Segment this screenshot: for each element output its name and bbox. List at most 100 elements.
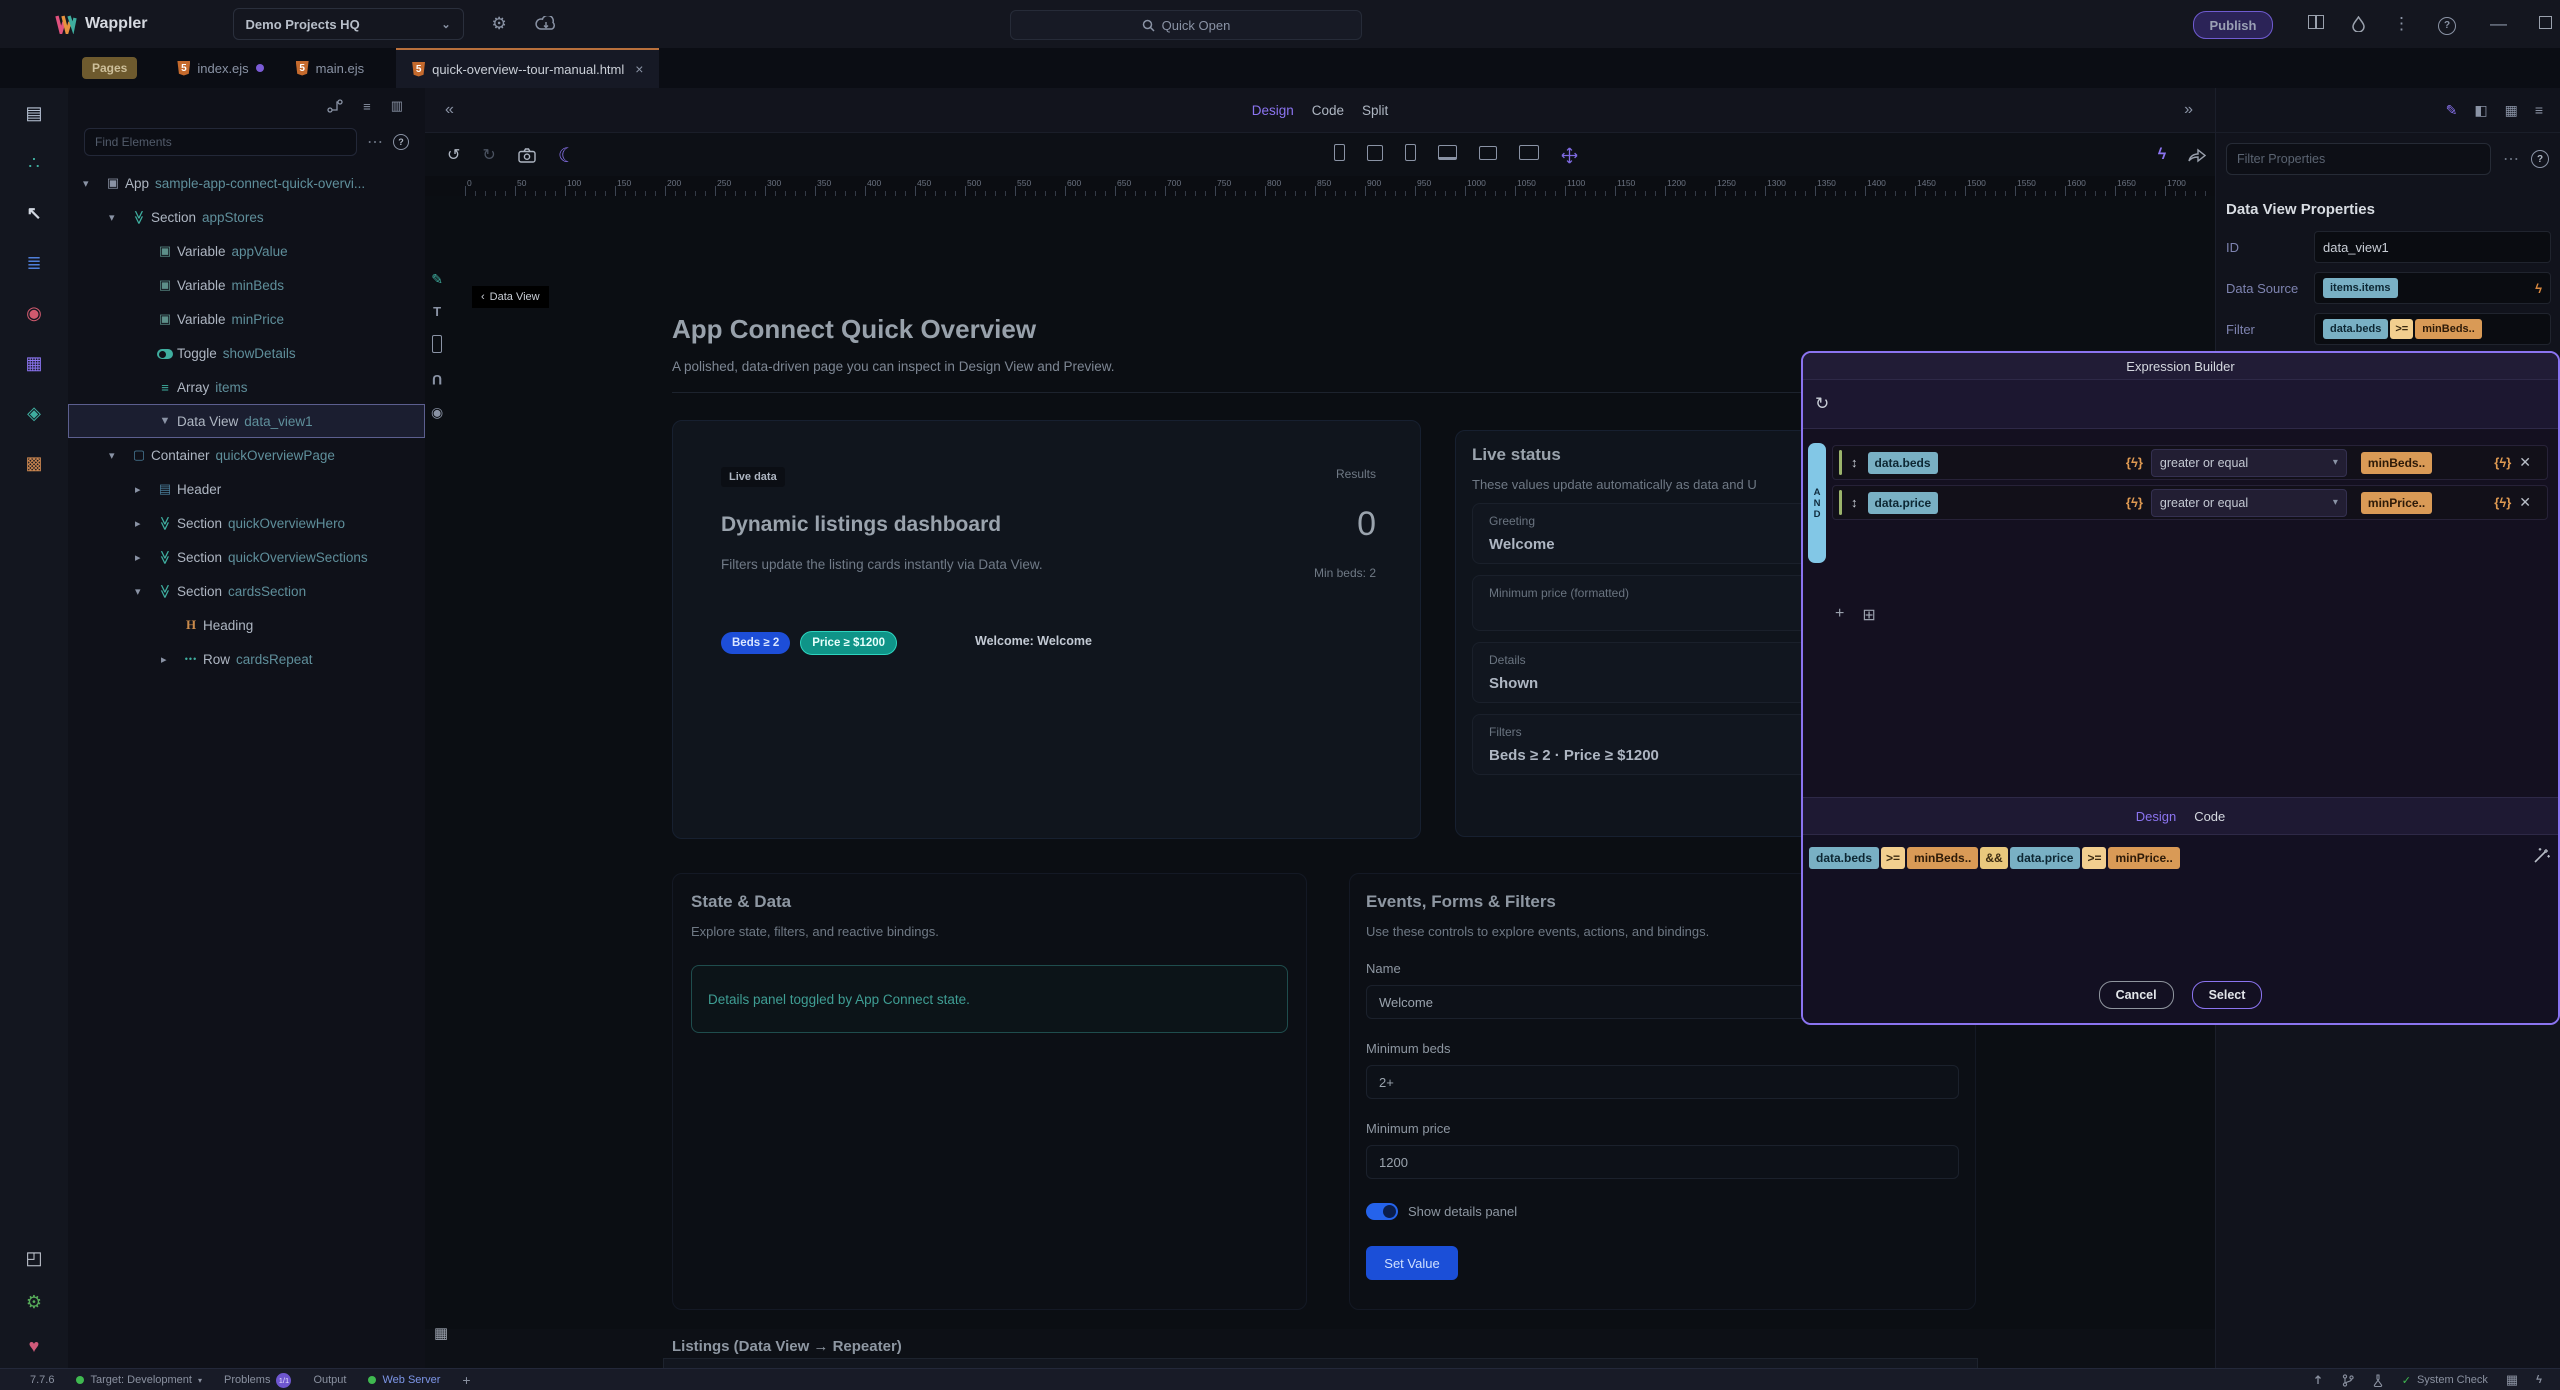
system-check-button[interactable]: ✓ System Check (2402, 1374, 2488, 1387)
git-branch-icon[interactable] (2342, 1374, 2354, 1387)
token-op[interactable]: >= (2082, 847, 2106, 869)
tab-split[interactable]: Split (1362, 103, 1388, 118)
bolt-icon[interactable]: ϟ (2535, 281, 2542, 296)
phone-icon[interactable] (1334, 144, 1345, 166)
cancel-button[interactable]: Cancel (2099, 981, 2174, 1009)
target-selector[interactable]: Target: Development ▾ (76, 1374, 202, 1386)
set-value-button[interactable]: Set Value (1366, 1246, 1458, 1280)
tree-item-quickoverviewpage[interactable]: ▾▢ContainerquickOverviewPage (68, 438, 425, 472)
web-server-button[interactable]: Web Server (368, 1374, 440, 1386)
token-field[interactable]: data.beds (2323, 319, 2388, 339)
help-icon[interactable]: ? (393, 134, 409, 150)
board-icon[interactable]: ▥ (391, 98, 403, 114)
problems-button[interactable]: Problems 1/1 (224, 1373, 291, 1388)
select-button[interactable]: Select (2192, 981, 2263, 1009)
page-subtitle[interactable]: A polished, data-driven page you can ins… (672, 359, 1115, 374)
pages-icon[interactable]: ▤ (0, 88, 68, 138)
phone-landscape-icon[interactable] (1405, 144, 1416, 166)
page-title[interactable]: App Connect Quick Overview (672, 314, 1036, 345)
kebab-icon[interactable]: ⋮ (2393, 14, 2410, 34)
token-field[interactable]: data.price (2010, 847, 2081, 869)
tab-code[interactable]: Code (1312, 103, 1344, 118)
token-field[interactable]: data.beds (1868, 452, 1938, 474)
binding-icon[interactable]: {ϟ} (2126, 455, 2143, 470)
data-source-field[interactable]: items.items ϟ (2314, 272, 2551, 304)
text-icon[interactable]: T (433, 304, 441, 319)
show-details-toggle[interactable] (1366, 1203, 1398, 1220)
help-icon[interactable]: ? (2531, 150, 2549, 168)
add-condition-icon[interactable]: + (1835, 605, 1844, 625)
operator-select[interactable]: greater or equal ▾ (2151, 489, 2347, 517)
add-panel-icon[interactable]: + (462, 1372, 470, 1388)
beaker-icon[interactable] (2372, 1374, 2384, 1387)
token-value[interactable]: minPrice.. (2361, 492, 2432, 514)
magic-wand-icon[interactable] (2532, 847, 2550, 865)
token-value[interactable]: minPrice.. (2108, 847, 2179, 869)
tree-item-cardssection[interactable]: ▾≫SectioncardsSection (68, 574, 425, 608)
split-view-icon[interactable] (2308, 14, 2324, 34)
min-beds-select[interactable] (1366, 1065, 1959, 1099)
binding-icon[interactable]: {ϟ} (2126, 495, 2143, 510)
tab-quick-overview[interactable]: 5 quick-overview--tour-manual.html × (396, 48, 659, 88)
chevron-down-icon[interactable]: ▾ (109, 449, 127, 462)
edit-icon[interactable]: ✎ (2446, 102, 2458, 119)
tab-design[interactable]: Design (2136, 809, 2176, 824)
publish-button[interactable]: Publish (2193, 11, 2273, 39)
restore-icon[interactable] (2539, 14, 2552, 34)
extensions-icon[interactable]: ◰ (0, 1236, 68, 1280)
eye-icon[interactable]: ◉ (431, 404, 443, 421)
gear-icon[interactable]: ⚙ (492, 14, 507, 34)
tree-item-data-view1[interactable]: ▼Data Viewdata_view1 (68, 404, 425, 438)
more-icon[interactable]: ⋯ (367, 132, 383, 152)
tree-item-sample-app-connect-quick-overvi-[interactable]: ▾▣Appsample-app-connect-quick-overvi... (68, 166, 425, 200)
chevron-right-icon[interactable]: ▸ (135, 551, 153, 564)
dark-mode-icon[interactable]: ☾ (558, 143, 576, 168)
tree-item-showdetails[interactable]: ToggleshowDetails (68, 336, 425, 370)
magnet-icon[interactable]: U (432, 372, 442, 388)
undo-icon[interactable]: ↺ (447, 145, 460, 165)
eraser-icon[interactable]: ◧ (2474, 102, 2487, 119)
data-icon[interactable]: ≣ (0, 238, 68, 288)
assets-icon[interactable]: ▦ (0, 338, 68, 388)
edit-icon[interactable]: ✎ (431, 271, 443, 288)
refresh-icon[interactable]: ↻ (1815, 394, 1829, 414)
binding-icon[interactable]: {ϟ} (2494, 455, 2511, 470)
app-structure-icon[interactable]: ∴ (0, 138, 68, 188)
grid-icon[interactable]: ▦ (2505, 102, 2518, 119)
state-data-panel[interactable]: State & Data Explore state, filters, and… (672, 873, 1307, 1310)
add-group-icon[interactable]: ⊞ (1862, 605, 1875, 625)
token-field[interactable]: items.items (2323, 278, 2398, 298)
remove-condition-icon[interactable]: ✕ (2519, 494, 2531, 511)
workflow-icon[interactable] (327, 99, 343, 113)
components-icon[interactable]: ▩ (0, 438, 68, 488)
id-field[interactable]: data_view1 (2314, 231, 2551, 263)
chevron-right-icon[interactable]: ▸ (135, 483, 153, 496)
min-price-field[interactable] (1366, 1145, 1959, 1179)
find-elements-input[interactable] (84, 128, 357, 156)
token-field[interactable]: data.beds (1809, 847, 1879, 869)
tab-code[interactable]: Code (2194, 809, 2225, 824)
settings-icon[interactable]: ⚙ (0, 1280, 68, 1324)
tab-main-ejs[interactable]: 5 main.ejs (280, 48, 380, 88)
favorites-icon[interactable]: ♥ (0, 1324, 68, 1368)
redo-icon[interactable]: ↻ (482, 145, 495, 165)
help-icon[interactable]: ? (2438, 13, 2456, 35)
chevron-right-icon[interactable]: ▸ (161, 653, 179, 666)
move-icon[interactable] (1561, 147, 1578, 164)
tree-item-header[interactable]: ▸▤Header (68, 472, 425, 506)
camera-icon[interactable] (518, 148, 536, 163)
chevron-right-icon[interactable]: ▸ (135, 517, 153, 530)
tree-item-cardsrepeat[interactable]: ▸•••RowcardsRepeat (68, 642, 425, 676)
token-logic[interactable]: && (1980, 847, 2007, 869)
minimize-icon[interactable]: — (2490, 14, 2507, 34)
operator-select[interactable]: greater or equal ▾ (2151, 449, 2347, 477)
selected-element-chip[interactable]: ‹ Data View (472, 286, 549, 308)
tree-item-appvalue[interactable]: ▣VariableappValue (68, 234, 425, 268)
chevron-down-icon[interactable]: ▾ (135, 585, 153, 598)
and-group-pill[interactable]: AND (1808, 443, 1826, 563)
remove-condition-icon[interactable]: ✕ (2519, 454, 2531, 471)
droplet-icon[interactable] (2352, 16, 2365, 32)
tree-item-items[interactable]: ≡Arrayitems (68, 370, 425, 404)
tree-item-quickoverviewhero[interactable]: ▸≫SectionquickOverviewHero (68, 506, 425, 540)
filter-properties-input[interactable] (2226, 143, 2491, 175)
